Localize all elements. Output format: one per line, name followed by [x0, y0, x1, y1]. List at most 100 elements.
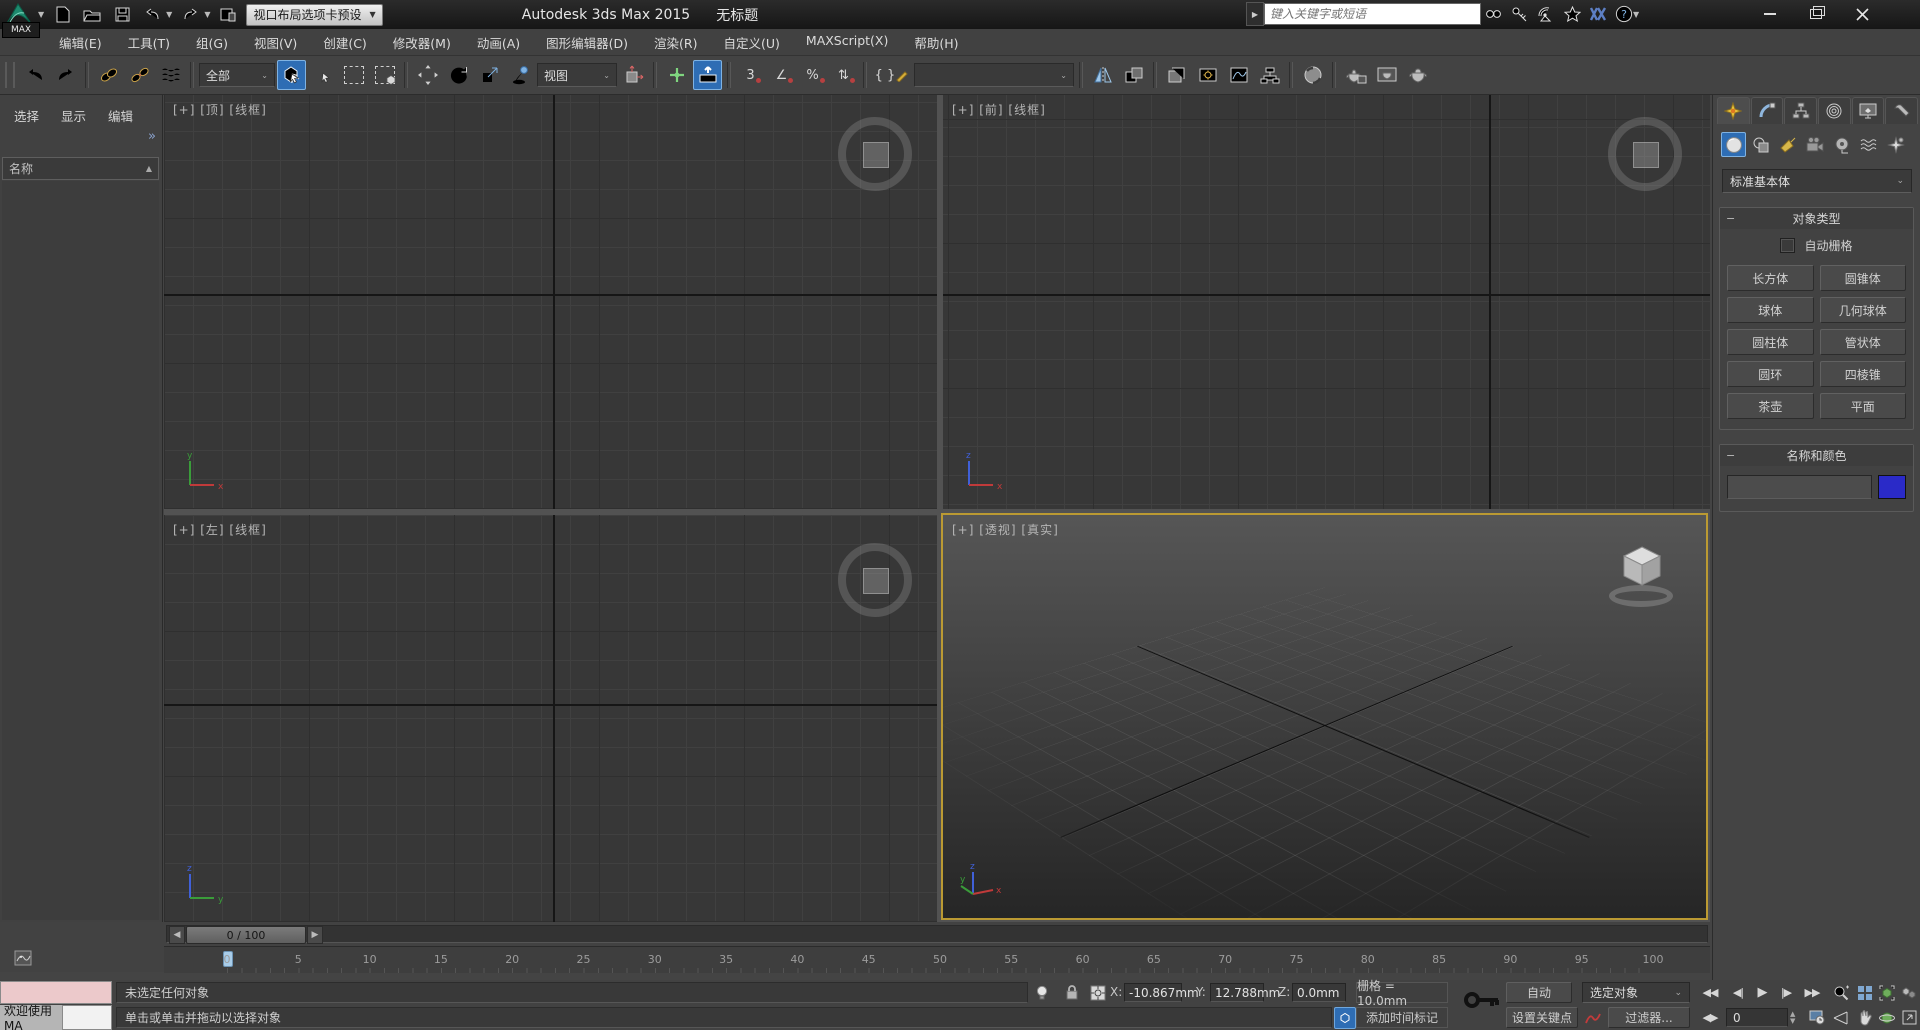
torus-button[interactable]: 圆环 [1727, 361, 1814, 387]
layer-manager-button[interactable] [1162, 60, 1191, 90]
redo-caret[interactable]: ▼ [204, 10, 210, 19]
field-of-view-icon[interactable] [1830, 1007, 1852, 1028]
subtab-cameras[interactable] [1802, 132, 1827, 157]
viewport-top-label[interactable]: [+] [顶] [线框] [173, 101, 267, 118]
keyboard-shortcut-override-toggle[interactable] [693, 60, 722, 90]
menu-item-11[interactable]: MAXScript(X) [793, 29, 901, 56]
named-selection-sets-dropdown[interactable]: ⌄ [914, 63, 1074, 87]
curve-editor-button[interactable] [1224, 60, 1253, 90]
menu-item-2[interactable]: 工具(T) [115, 29, 183, 56]
zoom-icon[interactable] [1830, 982, 1852, 1003]
use-pivot-center-button[interactable] [619, 60, 648, 90]
explorer-name-column-header[interactable]: 名称 ▲ [2, 157, 159, 180]
viewcube-ghost[interactable] [838, 117, 912, 191]
set-keys-button[interactable] [1464, 988, 1502, 1022]
menu-item-1[interactable]: 编辑(E) [46, 29, 115, 56]
undo-scene-button[interactable] [20, 60, 49, 90]
plane-button[interactable]: 平面 [1819, 393, 1906, 419]
minimize-button[interactable] [1747, 1, 1793, 27]
time-slider-track[interactable] [166, 925, 1708, 943]
viewport-front[interactable]: [+] [前] [线框] zx [943, 95, 1710, 509]
menu-item-5[interactable]: 创建(C) [310, 29, 379, 56]
auto-key-button[interactable]: 自动 [1506, 982, 1572, 1003]
go-to-end-button[interactable]: ▶▶ [1800, 982, 1824, 1003]
zoom-extents-all-icon[interactable] [1898, 982, 1920, 1003]
object-type-rollout-header[interactable]: − 对象类型 [1720, 208, 1913, 229]
max-app-tag[interactable]: MAX [2, 22, 40, 38]
prompt-bulb-icon[interactable] [1032, 982, 1052, 1003]
viewport-perspective-active[interactable]: [+] [透视] [真实] z x y [886, 513, 1763, 1008]
autodesk-exchange-icon[interactable] [1585, 2, 1611, 26]
geosphere-button[interactable]: 几何球体 [1819, 297, 1906, 323]
new-file-button[interactable] [50, 4, 74, 26]
mirror-button[interactable] [1088, 60, 1117, 90]
spinner-snap-toggle[interactable]: ⇅ [829, 60, 858, 90]
key-filters-button[interactable]: 过滤器... [1608, 1007, 1690, 1028]
unlink-selection-icon[interactable] [125, 60, 154, 90]
orbit-icon[interactable] [1876, 1007, 1898, 1028]
save-file-button[interactable] [110, 4, 134, 26]
app-menu-caret[interactable]: ▼ [38, 10, 44, 19]
selection-lock-toggle[interactable] [1062, 982, 1082, 1003]
name-color-rollout-header[interactable]: − 名称和颜色 [1720, 445, 1913, 466]
rendered-frame-window-button[interactable] [1372, 60, 1401, 90]
viewcube-ghost[interactable] [838, 543, 912, 617]
tab-utilities[interactable] [1885, 97, 1919, 124]
select-by-name-button[interactable] [308, 60, 337, 90]
go-to-start-button[interactable]: ◀◀ [1698, 982, 1722, 1003]
next-frame-arrow[interactable]: ▶ [307, 926, 323, 944]
explorer-menu-edit[interactable]: 编辑 [108, 106, 133, 125]
subtab-lights[interactable] [1775, 132, 1800, 157]
subtab-helpers[interactable] [1829, 132, 1854, 157]
maximize-viewport-toggle-icon[interactable] [1898, 1007, 1920, 1028]
explorer-object-list[interactable] [2, 181, 159, 920]
favorites-star-icon[interactable] [1559, 2, 1585, 26]
tab-display[interactable] [1851, 97, 1885, 124]
bind-to-space-warp-icon[interactable] [156, 60, 185, 90]
y-coordinate-field[interactable]: 12.788mm [1210, 983, 1280, 1002]
selection-filter-dropdown[interactable]: 全部 ⌄ [199, 63, 275, 87]
render-setup-button[interactable] [1341, 60, 1370, 90]
subtab-space-warps[interactable] [1856, 132, 1881, 157]
menu-item-12[interactable]: 帮助(H) [901, 29, 971, 56]
z-coordinate-field[interactable]: 0.0mm [1292, 983, 1346, 1002]
rectangular-selection-region-button[interactable] [339, 60, 368, 90]
menu-item-9[interactable]: 渲染(R) [641, 29, 710, 56]
graphite-ribbon-toggle[interactable] [1193, 60, 1222, 90]
pyramid-button[interactable]: 四棱锥 [1819, 361, 1906, 387]
previous-frame-arrow[interactable]: ◀ [169, 926, 185, 944]
select-and-move-button[interactable] [413, 60, 442, 90]
object-category-dropdown[interactable]: 标准基本体 ⌄ [1722, 169, 1912, 193]
window-crossing-toggle[interactable] [370, 60, 399, 90]
search-expand-arrow[interactable]: ▶ [1246, 2, 1264, 26]
select-and-manipulate-button[interactable] [662, 60, 691, 90]
add-time-tag-button[interactable]: 添加时间标记 [1356, 1007, 1448, 1028]
menu-item-3[interactable]: 组(G) [183, 29, 241, 56]
key-mode-dropdown[interactable]: 选定对象 ⌄ [1582, 982, 1690, 1003]
previous-frame-button[interactable]: ◀| [1726, 982, 1750, 1003]
tab-motion[interactable] [1818, 97, 1851, 124]
collapse-icon[interactable]: − [1726, 449, 1735, 462]
x-coordinate-field[interactable]: -10.867mm [1124, 983, 1199, 1002]
subtab-geometry[interactable] [1721, 132, 1746, 157]
time-slider-handle[interactable]: 0 / 100 [186, 926, 306, 944]
pan-hand-icon[interactable] [1854, 1007, 1876, 1028]
reference-coordinate-system-dropdown[interactable]: 视图 ⌄ [537, 63, 617, 87]
viewport-left[interactable]: [+] [左] [线框] zy [164, 515, 937, 922]
collapse-icon[interactable]: − [1726, 212, 1735, 225]
workspace-dropdown-arrow[interactable]: ▼ [369, 10, 375, 19]
zoom-all-icon[interactable] [1854, 982, 1876, 1003]
select-and-rotate-button[interactable] [444, 60, 473, 90]
align-button[interactable] [1119, 60, 1148, 90]
teapot-button[interactable]: 茶壶 [1727, 393, 1814, 419]
undo-button[interactable] [140, 4, 164, 26]
viewport-top[interactable]: [+] [顶] [线框] yx [164, 95, 937, 509]
viewport-front-label[interactable]: [+] [前] [线框] [952, 101, 1046, 118]
menu-item-7[interactable]: 动画(A) [464, 29, 533, 56]
sign-in-key-icon[interactable] [1507, 2, 1533, 26]
viewport-perspective-label[interactable]: [+] [透视] [真实] [952, 521, 1059, 538]
box-button[interactable]: 长方体 [1727, 265, 1814, 291]
next-frame-button[interactable]: |▶ [1774, 982, 1798, 1003]
menu-item-8[interactable]: 图形编辑器(D) [533, 29, 641, 56]
panel-corner-chevron[interactable]: ≪ [0, 922, 1, 936]
